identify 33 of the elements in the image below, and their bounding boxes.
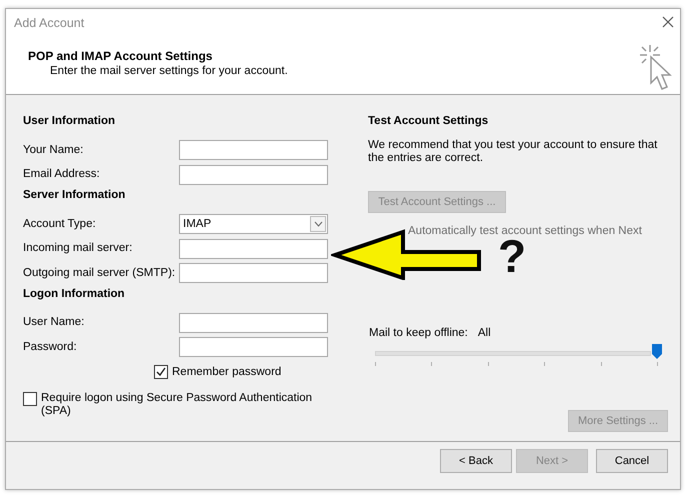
checkbox[interactable] bbox=[23, 392, 37, 406]
password-field[interactable] bbox=[179, 337, 328, 358]
input-field[interactable] bbox=[179, 238, 328, 259]
section-heading: Server Information bbox=[23, 188, 126, 203]
window-title: Add Account bbox=[14, 15, 84, 32]
field-label: Your Name: bbox=[23, 142, 84, 158]
field-label: Outgoing mail server (SMTP): bbox=[23, 266, 176, 281]
input-field[interactable] bbox=[179, 140, 328, 160]
field-label: User Name: bbox=[23, 315, 86, 330]
caret-icon bbox=[314, 221, 322, 228]
page-heading: POP and IMAP Account Settings bbox=[28, 48, 212, 65]
field-label: Email Address: bbox=[23, 167, 101, 182]
slider-thumb[interactable] bbox=[652, 344, 662, 359]
section-heading: Test Account Settings bbox=[368, 114, 490, 129]
field-label: Account Type: bbox=[23, 216, 97, 232]
checkbox-label: Require logon using Secure Password Authentication (SPA) bbox=[41, 392, 314, 418]
slider-value: All bbox=[478, 326, 491, 340]
section-heading: Logon Information bbox=[23, 286, 126, 302]
account-type-dropdown[interactable]: IMAP bbox=[179, 214, 328, 234]
slider-label: Mail to keep offline: bbox=[369, 326, 468, 340]
close-icon[interactable] bbox=[662, 16, 674, 28]
cancel-button[interactable]: Cancel bbox=[596, 449, 668, 473]
input-field[interactable] bbox=[179, 263, 328, 284]
section-heading: User Information bbox=[23, 114, 116, 129]
input-field[interactable] bbox=[179, 312, 328, 333]
page-subtitle: Enter the mail server settings for your account. bbox=[50, 64, 288, 79]
description-text: We recommend that you test your account to ensure that the entries are correct. bbox=[368, 139, 658, 166]
field-label: Incoming mail server: bbox=[23, 241, 134, 256]
input-field[interactable] bbox=[179, 164, 328, 185]
checkbox-label: Remember password bbox=[172, 364, 282, 380]
checkbox[interactable] bbox=[154, 365, 168, 380]
field-label: Password: bbox=[23, 340, 78, 355]
back-button[interactable]: < Back bbox=[440, 449, 512, 473]
